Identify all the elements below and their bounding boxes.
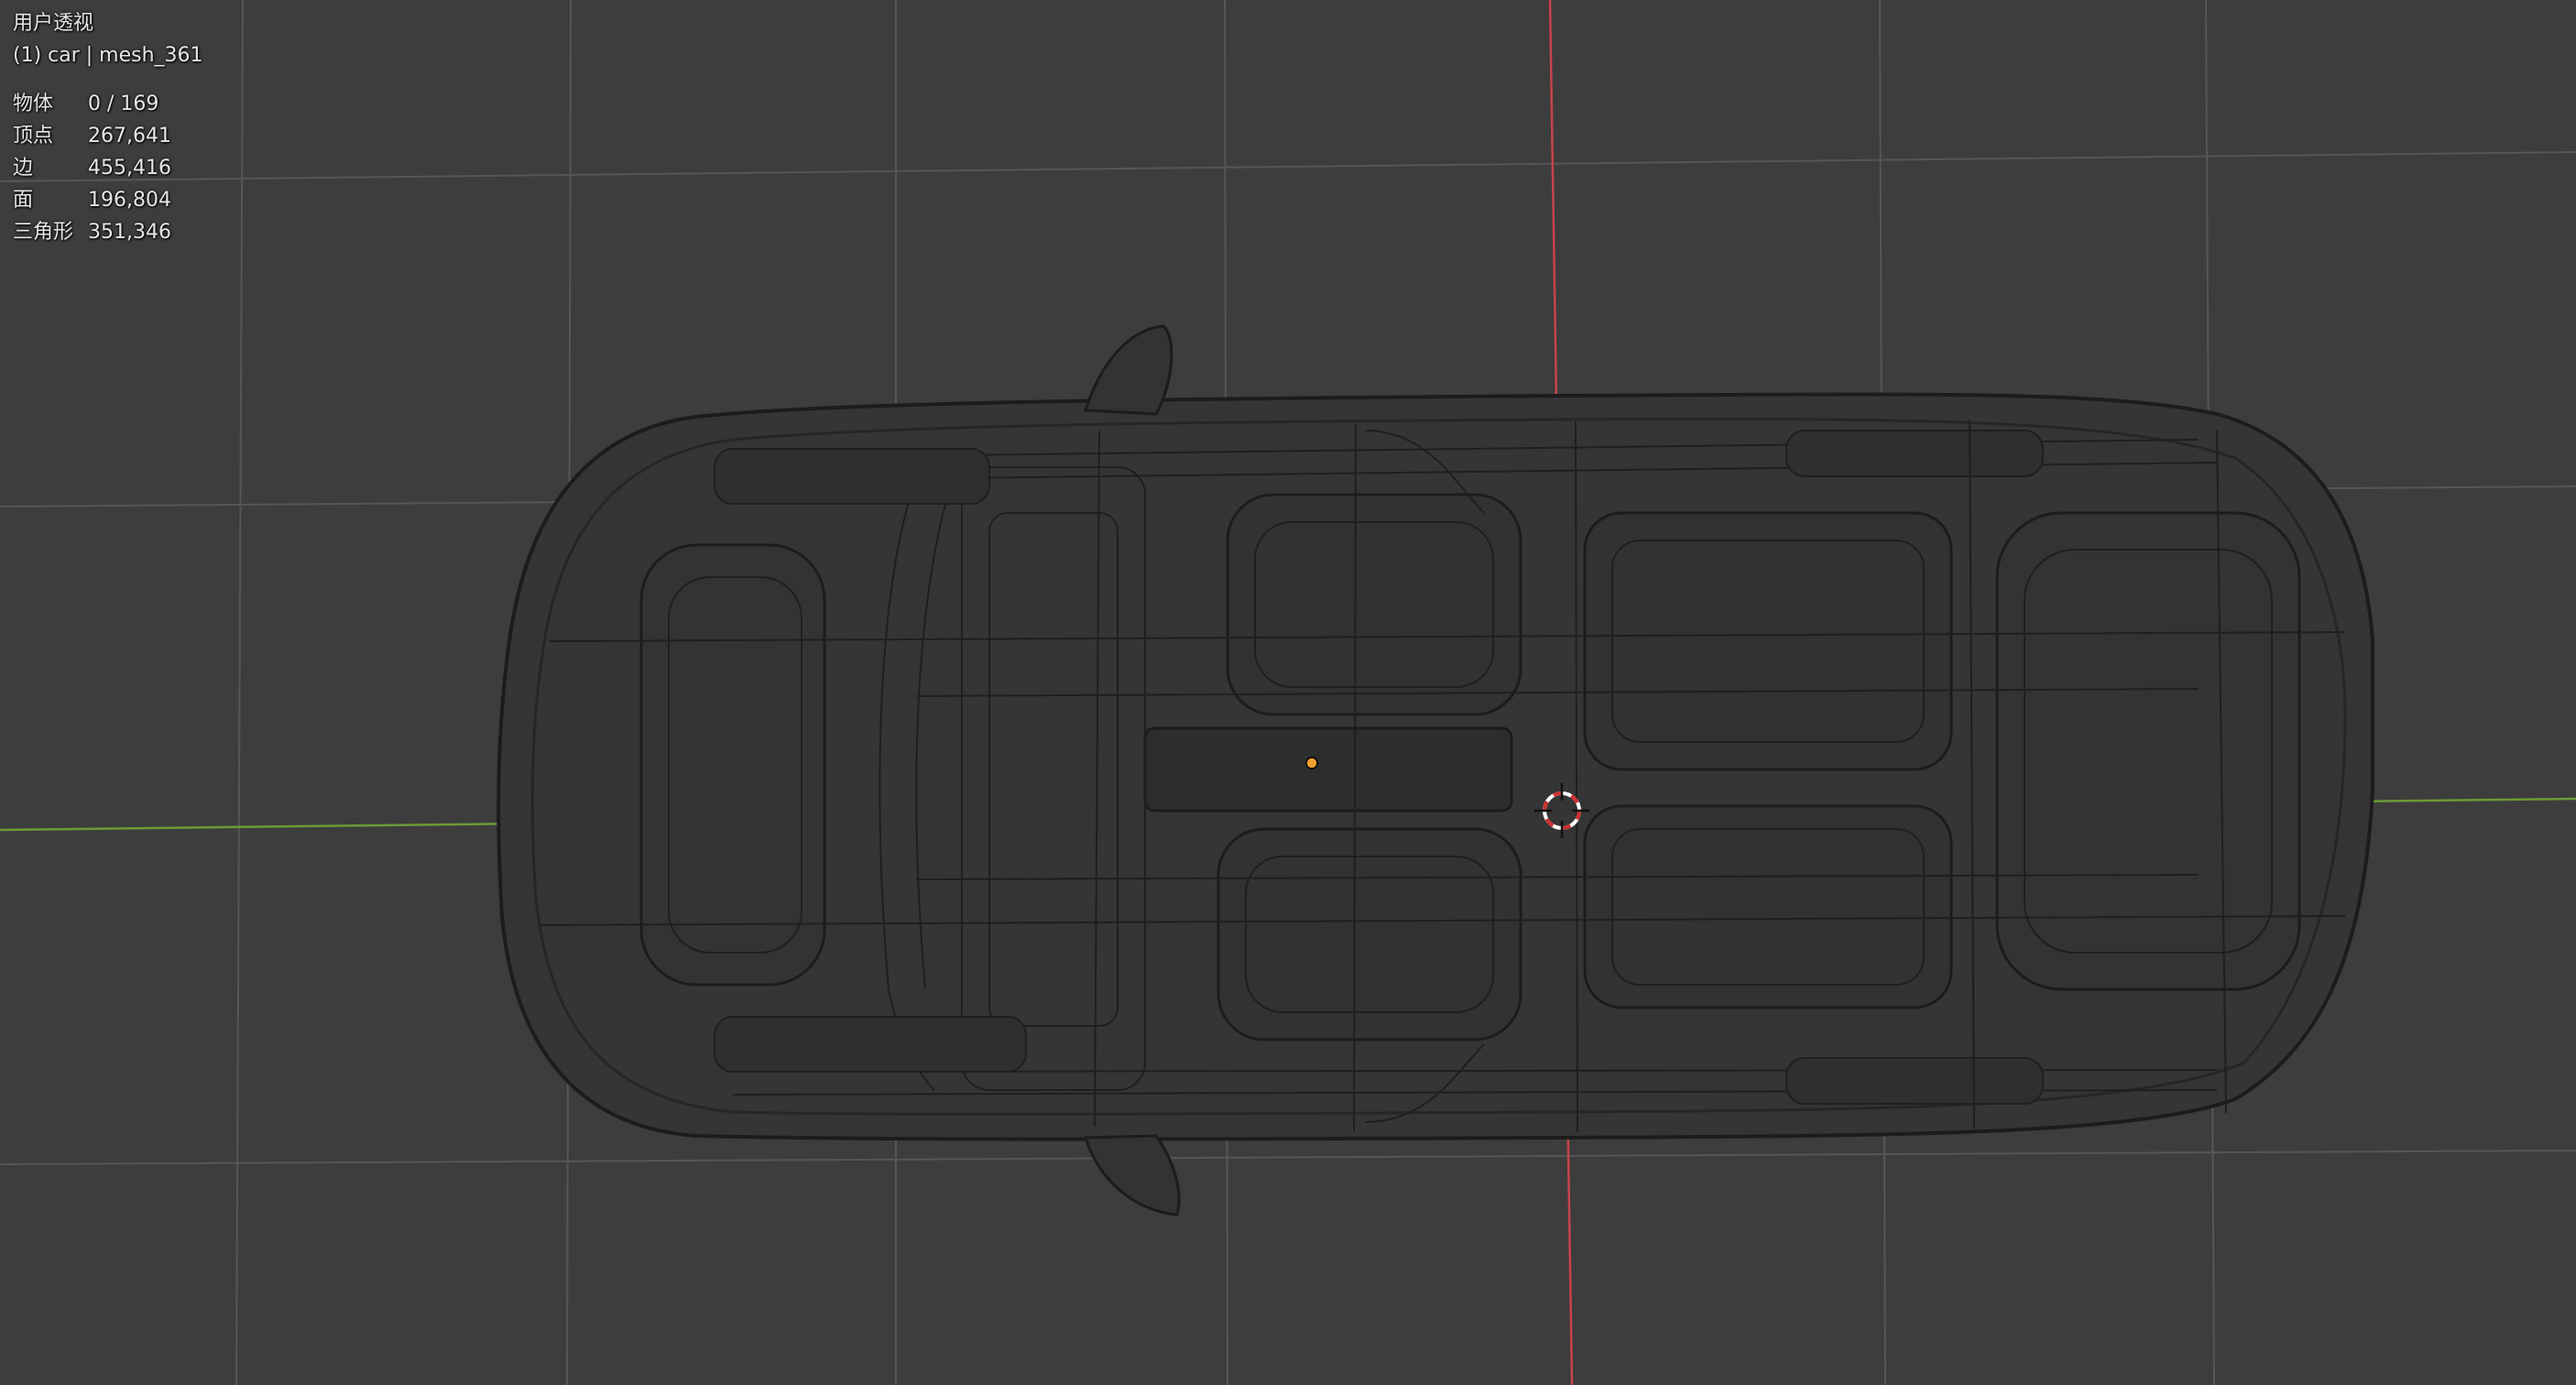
stat-label: 三角形 — [13, 221, 74, 244]
object-origin-icon — [1305, 757, 1318, 769]
mirror-top — [1083, 324, 1173, 416]
car-wireframe[interactable] — [497, 324, 2374, 1216]
view-name: 用户透视 — [13, 12, 94, 35]
stat-edges: 边 455,416 — [13, 152, 203, 184]
stat-value: 0 / 169 — [88, 93, 159, 115]
stat-value: 351,346 — [88, 221, 171, 244]
stat-objects: 物体 0 / 169 — [13, 88, 203, 120]
active-object-info: (1) car | mesh_361 — [13, 44, 203, 67]
scene-statistics: 物体 0 / 169 顶点 267,641 边 455,416 面 196,80… — [13, 88, 203, 248]
stat-vertices: 顶点 267,641 — [13, 120, 203, 152]
viewport-text-overlay: 用户透视 (1) car | mesh_361 物体 0 / 169 顶点 26… — [13, 7, 203, 248]
stat-value: 196,804 — [88, 189, 171, 212]
stat-value: 455,416 — [88, 157, 171, 180]
scene-canvas[interactable] — [0, 0, 2576, 1385]
3d-viewport[interactable]: 用户透视 (1) car | mesh_361 物体 0 / 169 顶点 26… — [0, 0, 2576, 1385]
stat-label: 边 — [13, 157, 34, 180]
stat-label: 物体 — [13, 93, 54, 115]
rear-seat-right — [1583, 804, 1953, 1009]
stat-triangles: 三角形 351,346 — [13, 216, 203, 248]
rear-seat-left — [1583, 511, 1953, 771]
center-console — [1143, 726, 1513, 812]
stat-faces: 面 196,804 — [13, 184, 203, 216]
stat-label: 顶点 — [13, 125, 54, 147]
mirror-bottom — [1083, 1134, 1181, 1216]
stat-value: 267,641 — [88, 125, 171, 147]
stat-label: 面 — [13, 189, 34, 212]
